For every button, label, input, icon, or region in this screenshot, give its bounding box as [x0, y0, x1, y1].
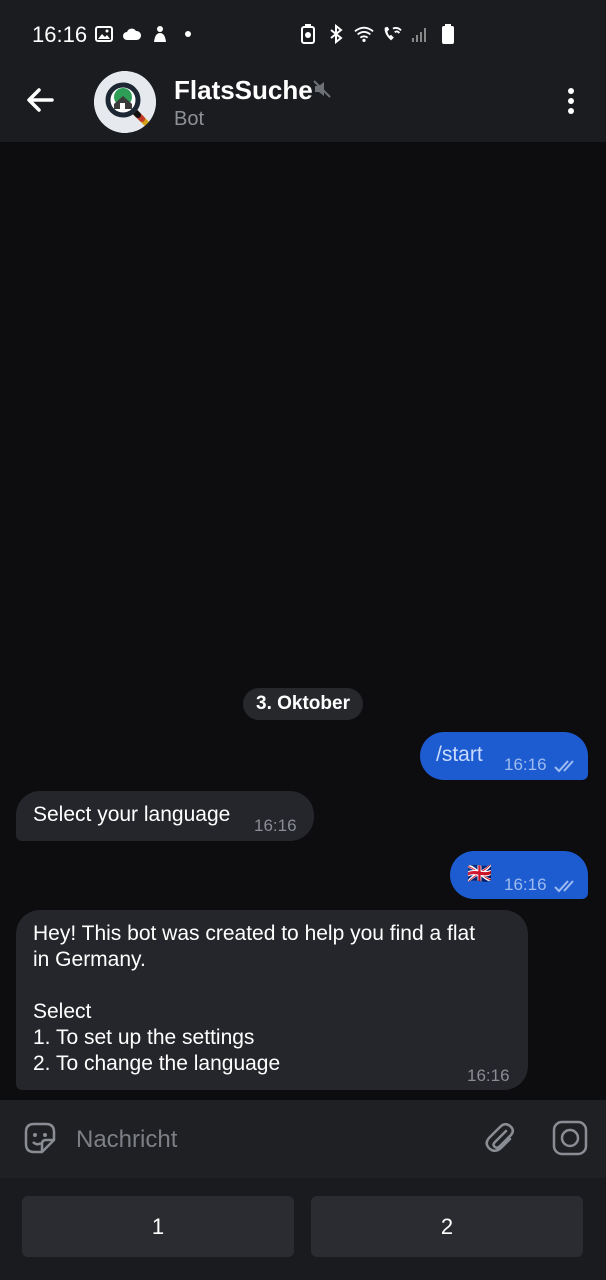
message-time: 16:16 — [504, 875, 547, 894]
message-text: Select your language — [33, 803, 231, 826]
message-time: 16:16 — [504, 755, 547, 774]
message-time: 16:16 — [254, 816, 297, 835]
message-time: 16:16 — [467, 1066, 510, 1085]
status-right-icons — [298, 24, 458, 44]
message-composer — [0, 1100, 606, 1178]
app-icon — [150, 24, 170, 44]
date-separator: 3. Oktober — [243, 688, 363, 720]
battery-icon — [438, 24, 458, 44]
status-bar: 16:16 — [0, 0, 606, 62]
battery-saver-icon — [298, 24, 318, 44]
message-text-line: in Germany. — [33, 948, 146, 971]
bluetooth-icon — [326, 24, 346, 44]
message-text-line: 1. To set up the settings — [33, 1026, 255, 1049]
message-incoming[interactable]: Hey! This bot was created to help you fi… — [16, 910, 528, 1090]
status-time: 16:16 — [32, 22, 88, 47]
double-check-icon — [554, 880, 574, 893]
avatar[interactable] — [94, 71, 156, 133]
wifi-calling-icon — [382, 24, 402, 44]
chat-subtitle: Bot — [174, 108, 205, 130]
message-text-line: Hey! This bot was created to help you fi… — [33, 922, 476, 945]
keyboard-button-2[interactable]: 2 — [311, 1196, 583, 1257]
video-message-icon — [552, 1120, 588, 1156]
image-icon — [94, 24, 114, 44]
magnifier-house-logo-icon — [94, 71, 156, 133]
back-button[interactable] — [22, 82, 58, 118]
double-check-icon — [554, 760, 574, 773]
camera-button[interactable] — [552, 1120, 588, 1156]
message-text-line: 2. To change the language — [33, 1052, 281, 1075]
chat-title[interactable]: FlatsSuche — [174, 75, 313, 106]
message-outgoing[interactable]: /start 16:16 — [420, 732, 588, 780]
more-vertical-icon — [568, 88, 574, 114]
keyboard-button-1[interactable]: 1 — [22, 1196, 294, 1257]
chat-header: FlatsSuche Bot — [0, 62, 606, 142]
wifi-icon — [354, 24, 374, 44]
arrow-left-icon — [27, 88, 54, 112]
signal-icon — [410, 24, 430, 44]
more-options-button[interactable] — [558, 86, 584, 118]
message-text: 🇬🇧 — [467, 863, 492, 885]
attach-button[interactable] — [482, 1120, 518, 1156]
message-outgoing[interactable]: 🇬🇧 16:16 — [450, 851, 588, 899]
message-input[interactable] — [74, 1120, 468, 1160]
bot-keyboard: 1 2 — [0, 1178, 606, 1280]
paperclip-icon — [485, 1123, 514, 1152]
message-incoming[interactable]: Select your language 16:16 — [16, 791, 314, 841]
message-text-line: Select — [33, 1000, 92, 1023]
dot-icon — [178, 24, 198, 44]
sticker-smiley-icon — [24, 1122, 56, 1154]
cloud-icon — [122, 24, 142, 44]
muted-icon — [313, 80, 331, 98]
message-text: /start — [436, 743, 483, 766]
emoji-button[interactable] — [22, 1120, 58, 1156]
status-left-icons — [94, 24, 198, 44]
